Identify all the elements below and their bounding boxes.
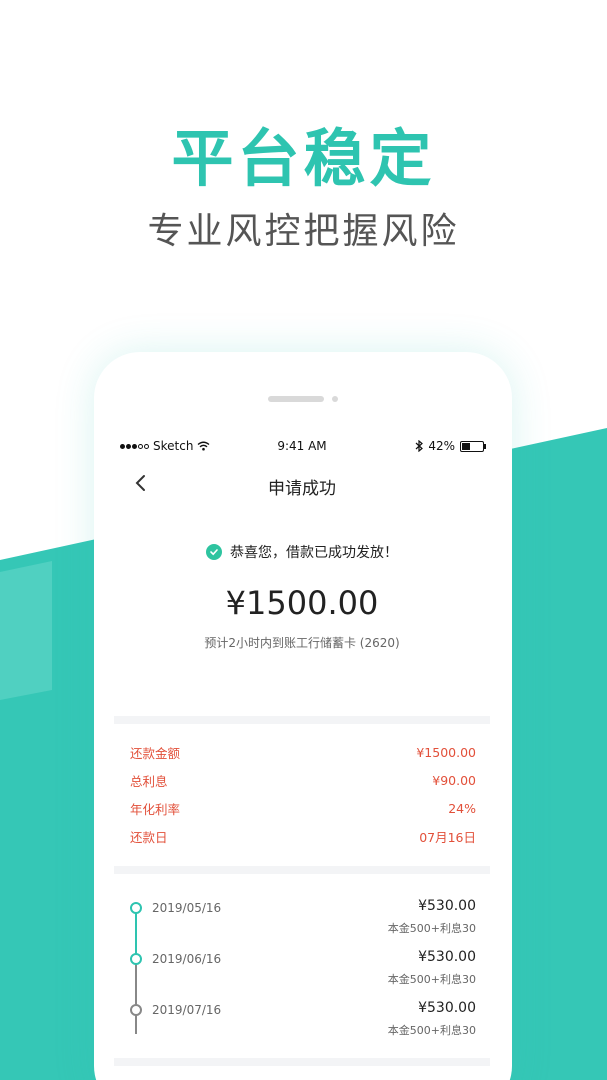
headline: 平台稳定 bbox=[171, 122, 436, 195]
phone-screen: Sketch 9:41 AM 42% 申请成功 恭喜您，借款已成功发放！ ¥15… bbox=[114, 434, 490, 1080]
check-circle-icon bbox=[206, 544, 222, 560]
status-bar: Sketch 9:41 AM 42% bbox=[114, 434, 490, 458]
schedule-detail: 本金500+利息30 bbox=[387, 1024, 476, 1037]
battery-percent: 42% bbox=[428, 439, 455, 453]
repayment-schedule: 2019/05/16 ¥530.00 本金500+利息30 2019/06/16… bbox=[130, 898, 476, 1051]
battery-fill bbox=[462, 442, 470, 450]
battery-icon bbox=[460, 440, 486, 452]
success-message: 恭喜您，借款已成功发放！ bbox=[230, 545, 398, 561]
detail-value: 07月16日 bbox=[419, 829, 476, 845]
schedule-date: 2019/05/16 bbox=[152, 901, 222, 915]
detail-label: 总利息 bbox=[130, 773, 168, 789]
timeline-dot-icon bbox=[130, 953, 142, 965]
phone-speaker bbox=[268, 396, 324, 402]
timeline-dot-icon bbox=[130, 902, 142, 914]
detail-label: 还款金额 bbox=[130, 745, 181, 761]
timeline-dot-icon bbox=[130, 1004, 142, 1016]
page: 平台稳定 专业风控把握风险 Sketch 9:41 AM 42% 申请成功 恭喜… bbox=[0, 0, 607, 1080]
detail-label: 还款日 bbox=[130, 829, 168, 845]
schedule-date: 2019/07/16 bbox=[152, 1003, 222, 1017]
subline: 专业风控把握风险 bbox=[147, 211, 460, 252]
bluetooth-icon bbox=[415, 440, 424, 452]
section-divider bbox=[114, 716, 490, 724]
schedule-detail: 本金500+利息30 bbox=[387, 973, 476, 986]
schedule-item: 2019/05/16 ¥530.00 本金500+利息30 bbox=[130, 898, 476, 949]
loan-amount: ¥1500.00 bbox=[225, 584, 379, 622]
section-divider bbox=[114, 1058, 490, 1066]
nav-bar: 申请成功 bbox=[114, 464, 490, 504]
schedule-amount: ¥530.00 bbox=[418, 898, 476, 914]
schedule-item: 2019/07/16 ¥530.00 本金500+利息30 bbox=[130, 1000, 476, 1051]
detail-value: ¥90.00 bbox=[432, 772, 476, 788]
detail-value: 24% bbox=[448, 800, 476, 816]
schedule-date: 2019/06/16 bbox=[152, 952, 222, 966]
detail-row: 还款金额 ¥1500.00 bbox=[130, 738, 476, 766]
detail-row: 年化利率 24% bbox=[130, 794, 476, 822]
schedule-amount: ¥530.00 bbox=[418, 949, 476, 965]
schedule-amount: ¥530.00 bbox=[418, 1000, 476, 1016]
schedule-item: 2019/06/16 ¥530.00 本金500+利息30 bbox=[130, 949, 476, 1000]
phone-frame: Sketch 9:41 AM 42% 申请成功 恭喜您，借款已成功发放！ ¥15… bbox=[94, 352, 512, 1080]
nav-title: 申请成功 bbox=[268, 479, 336, 499]
detail-row: 还款日 07月16日 bbox=[130, 822, 476, 850]
schedule-detail: 本金500+利息30 bbox=[387, 922, 476, 935]
status-right: 42% bbox=[415, 439, 486, 453]
phone-camera bbox=[332, 396, 338, 402]
detail-value: ¥1500.00 bbox=[416, 744, 476, 760]
repayment-details: 还款金额 ¥1500.00 总利息 ¥90.00 年化利率 24% 还款日 07… bbox=[130, 738, 476, 850]
success-message-row: 恭喜您，借款已成功发放！ bbox=[114, 542, 490, 562]
detail-row: 总利息 ¥90.00 bbox=[130, 766, 476, 794]
detail-label: 年化利率 bbox=[130, 801, 181, 817]
section-divider bbox=[114, 866, 490, 874]
arrival-note: 预计2小时内到账工行储蓄卡 (2620) bbox=[204, 636, 400, 650]
